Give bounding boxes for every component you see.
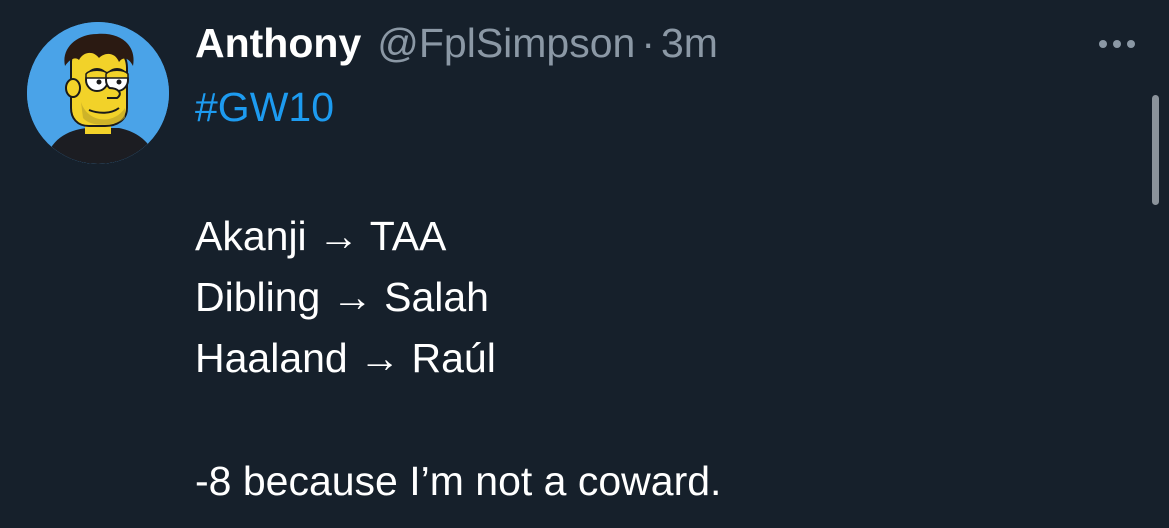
scrollbar-thumb[interactable] (1152, 95, 1159, 205)
simpsons-style-avatar-icon (27, 22, 169, 164)
tweet-text-closing: -8 because I’m not a coward. (195, 458, 722, 504)
transfer-line: Haaland → Raúl (195, 335, 496, 381)
avatar[interactable] (27, 22, 169, 164)
tweet-header: Anthony @FplSimpson · 3m (195, 20, 718, 70)
transfer-line: Akanji → TAA (195, 213, 447, 259)
more-options-button[interactable] (1092, 30, 1142, 58)
display-name[interactable]: Anthony (195, 20, 361, 67)
transfer-line: Dibling → Salah (195, 274, 489, 320)
tweet[interactable]: Anthony @FplSimpson · 3m #GW10 Akanji → … (0, 0, 1169, 528)
separator-dot: · (641, 20, 655, 66)
hashtag-link[interactable]: #GW10 (195, 84, 334, 131)
user-handle[interactable]: @FplSimpson (377, 20, 635, 67)
more-options-icon (1099, 40, 1135, 48)
tweet-text-transfers: Akanji → TAA Dibling → Salah Haaland → R… (195, 206, 496, 389)
timestamp[interactable]: 3m (661, 20, 718, 67)
